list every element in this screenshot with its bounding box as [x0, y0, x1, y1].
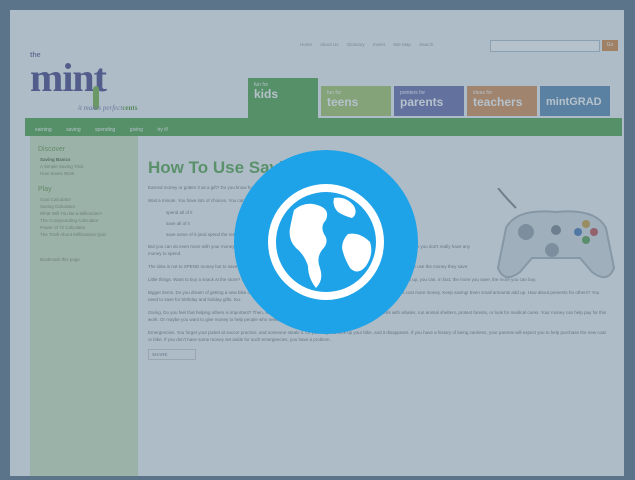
globe-icon — [268, 184, 384, 300]
globe-badge[interactable] — [234, 150, 418, 334]
